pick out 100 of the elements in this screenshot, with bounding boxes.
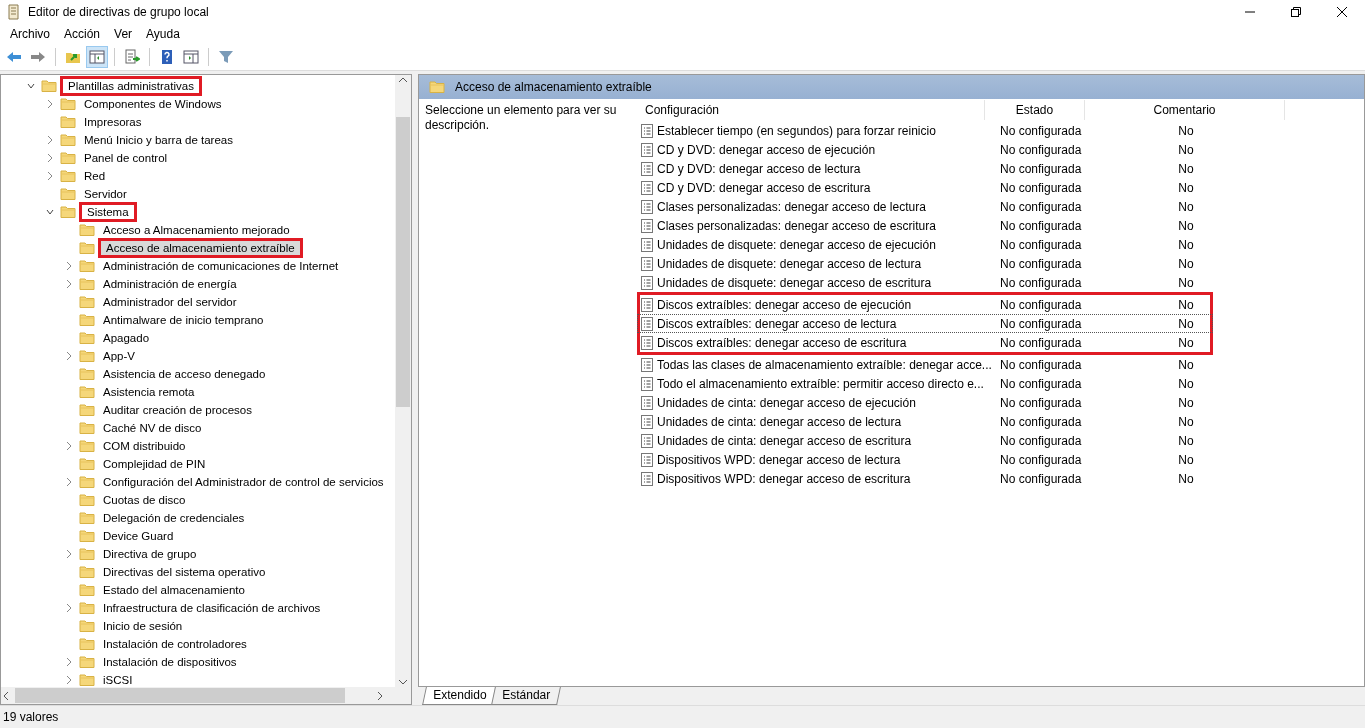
tree-item[interactable]: Administrador del servidor xyxy=(98,292,242,312)
policy-row[interactable]: Unidades de disquete: denegar acceso de lectura No configurada No xyxy=(637,254,1213,273)
tree-item[interactable]: Directivas del sistema operativo xyxy=(98,562,271,582)
policy-row[interactable]: Todo el almacenamiento extraíble: permitir acceso directo e... No configurada No xyxy=(637,374,1213,393)
tree-item[interactable]: Menú Inicio y barra de tareas xyxy=(79,130,238,150)
tree-item[interactable]: Acceso de almacenamiento extraíble xyxy=(98,238,303,258)
tree-item[interactable]: Instalación de dispositivos xyxy=(98,652,242,672)
state-text: No configurada xyxy=(999,376,1083,391)
column-header[interactable]: Comentario xyxy=(1085,100,1285,120)
policy-icon xyxy=(640,471,654,486)
tree-item[interactable]: Administración de energía xyxy=(98,274,242,294)
column-header[interactable]: Estado xyxy=(985,100,1085,120)
comment-text: No xyxy=(1177,452,1195,467)
folder-icon xyxy=(60,168,76,184)
tree-item[interactable]: Cuotas de disco xyxy=(98,490,191,510)
tree-item[interactable]: Configuración del Administrador de control de servicios xyxy=(98,472,389,492)
folder-icon xyxy=(79,582,95,598)
policy-row[interactable]: Discos extraíbles: denegar acceso de ejecución No configurada No xyxy=(637,292,1213,314)
setting-name: Discos extraíbles: denegar acceso de ejecución xyxy=(657,297,912,312)
view-tab[interactable]: Estándar xyxy=(491,687,562,705)
policy-icon xyxy=(640,376,654,391)
policy-row[interactable]: CD y DVD: denegar acceso de ejecución No configurada No xyxy=(637,140,1213,159)
policy-icon xyxy=(640,123,654,138)
policy-row[interactable]: Todas las clases de almacenamiento extraíble: denegar acce... No configurada No xyxy=(637,355,1213,374)
policy-row[interactable]: Discos extraíbles: denegar acceso de escritura No configurada No xyxy=(637,333,1213,355)
policy-row[interactable]: Clases personalizadas: denegar acceso de escritura No configurada No xyxy=(637,216,1213,235)
policy-icon xyxy=(640,142,654,157)
tree-item[interactable]: Apagado xyxy=(98,328,155,348)
policy-icon xyxy=(640,237,654,252)
policy-row[interactable]: Unidades de cinta: denegar acceso de escritura No configurada No xyxy=(637,431,1213,450)
folder-icon xyxy=(60,96,76,112)
tree-item[interactable]: iSCSI xyxy=(98,670,138,687)
tree-item[interactable]: Administración de comunicaciones de Internet xyxy=(98,256,344,276)
folder-icon xyxy=(60,114,76,130)
menu-item[interactable]: Archivo xyxy=(3,27,57,41)
tree-item[interactable]: Complejidad de PIN xyxy=(98,454,211,474)
policy-row[interactable]: CD y DVD: denegar acceso de escritura No configurada No xyxy=(637,178,1213,197)
policy-row[interactable]: Unidades de disquete: denegar acceso de ejecución No configurada No xyxy=(637,235,1213,254)
close-icon[interactable] xyxy=(1337,7,1347,17)
setting-name: Unidades de cinta: denegar acceso de lectura xyxy=(657,414,902,429)
tree-item[interactable]: Inicio de sesión xyxy=(98,616,188,636)
folder-icon xyxy=(79,492,95,508)
setting-name: CD y DVD: denegar acceso de lectura xyxy=(657,161,861,176)
comment-text: No xyxy=(1177,275,1195,290)
tree-item[interactable]: Device Guard xyxy=(98,526,179,546)
comment-text: No xyxy=(1177,335,1195,350)
tree-item[interactable]: Panel de control xyxy=(79,148,173,168)
tree-item[interactable]: Acceso a Almacenamiento mejorado xyxy=(98,220,295,240)
policy-row[interactable]: Dispositivos WPD: denegar acceso de escritura No configurada No xyxy=(637,469,1213,488)
menu-item[interactable]: Acción xyxy=(57,27,108,41)
tree-item[interactable]: Antimalware de inicio temprano xyxy=(98,310,269,330)
state-text: No configurada xyxy=(999,199,1083,214)
scrollbar-thumb[interactable] xyxy=(396,117,410,407)
folder-icon xyxy=(79,474,95,490)
tree-item[interactable]: Asistencia de acceso denegado xyxy=(98,364,271,384)
scrollbar-thumb[interactable] xyxy=(15,688,345,703)
tree-item[interactable]: Instalación de controladores xyxy=(98,634,252,654)
policy-row[interactable]: Dispositivos WPD: denegar acceso de lectura No configurada No xyxy=(637,450,1213,469)
folder-icon xyxy=(79,654,95,670)
tree-item[interactable]: Red xyxy=(79,166,111,186)
setting-name: Unidades de disquete: denegar acceso de escritura xyxy=(657,275,932,290)
folder-icon xyxy=(79,294,95,310)
menu-item[interactable]: Ver xyxy=(107,27,140,41)
policy-icon xyxy=(640,161,654,176)
folder-icon xyxy=(41,78,57,94)
pane-toggle-icon[interactable] xyxy=(87,47,107,67)
policy-row[interactable]: Discos extraíbles: denegar acceso de lectura No configurada No xyxy=(637,314,1213,333)
column-header[interactable]: Configuración xyxy=(640,100,985,120)
policy-row[interactable]: Clases personalizadas: denegar acceso de lectura No configurada No xyxy=(637,197,1213,216)
export-list-icon[interactable] xyxy=(122,47,142,67)
tree-item[interactable]: Servidor xyxy=(79,184,132,204)
tree-item[interactable]: Impresoras xyxy=(79,112,147,132)
tree-item[interactable]: Auditar creación de procesos xyxy=(98,400,257,420)
tree-item[interactable]: Sistema xyxy=(79,202,137,222)
setting-name: Dispositivos WPD: denegar acceso de escritura xyxy=(657,471,911,486)
app-icon xyxy=(6,4,22,20)
tree-item[interactable]: Infraestructura de clasificación de archivos xyxy=(98,598,326,618)
policy-icon xyxy=(640,297,654,312)
policy-row[interactable]: Unidades de cinta: denegar acceso de ejecución No configurada No xyxy=(637,393,1213,412)
tree-item[interactable]: Componentes de Windows xyxy=(79,94,227,114)
tree-item[interactable]: App-V xyxy=(98,346,140,366)
tree-item[interactable]: Delegación de credenciales xyxy=(98,508,250,528)
state-text: No configurada xyxy=(999,275,1083,290)
policy-row[interactable]: CD y DVD: denegar acceso de lectura No configurada No xyxy=(637,159,1213,178)
restore-icon[interactable] xyxy=(1291,7,1301,17)
tree-item[interactable]: Directiva de grupo xyxy=(98,544,202,564)
tree-item[interactable]: Asistencia remota xyxy=(98,382,200,402)
state-text: No configurada xyxy=(999,218,1083,233)
policy-row[interactable]: Unidades de disquete: denegar acceso de escritura No configurada No xyxy=(637,273,1213,292)
header-title: Acceso de almacenamiento extraíble xyxy=(455,80,652,94)
pane-view-icon[interactable] xyxy=(181,47,201,67)
tree-item[interactable]: Plantillas administrativas xyxy=(60,76,202,96)
tree-item[interactable]: COM distribuido xyxy=(98,436,191,456)
policy-row[interactable]: Establecer tiempo (en segundos) para forzar reinicio No configurada No xyxy=(637,121,1213,140)
folder-icon xyxy=(79,510,95,526)
tree-item[interactable]: Estado del almacenamiento xyxy=(98,580,250,600)
policy-row[interactable]: Unidades de cinta: denegar acceso de lectura No configurada No xyxy=(637,412,1213,431)
menu-item[interactable]: Ayuda xyxy=(139,27,187,41)
state-text: No configurada xyxy=(999,395,1083,410)
tree-item[interactable]: Caché NV de disco xyxy=(98,418,207,438)
